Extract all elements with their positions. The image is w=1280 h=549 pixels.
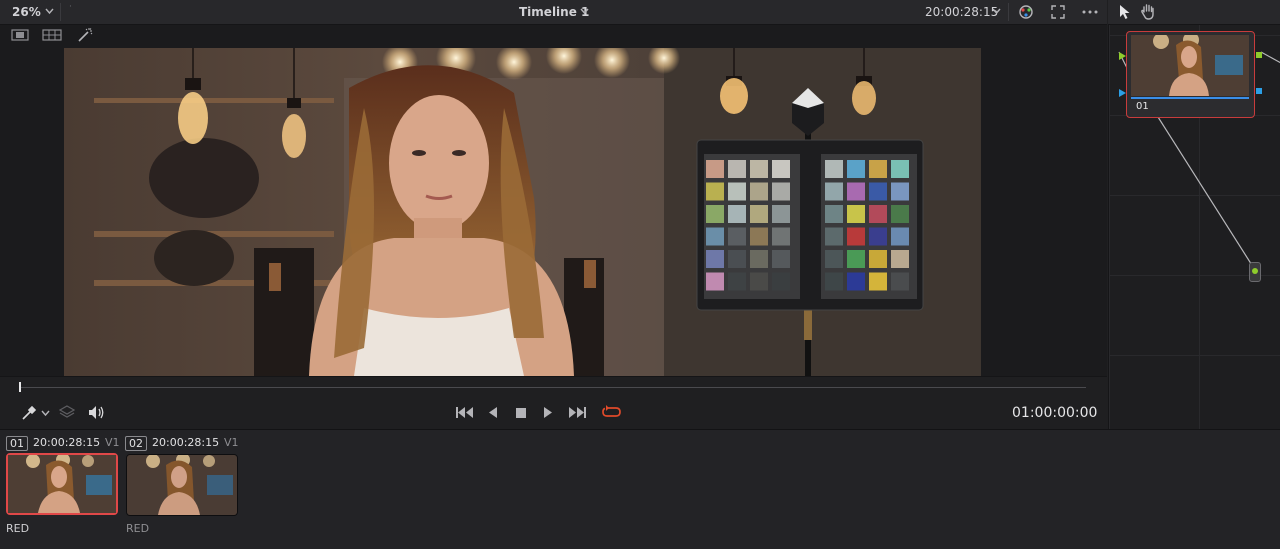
clip-track: V1 [224,436,239,449]
divider [60,3,61,21]
node-toolbar [1108,0,1280,25]
playhead[interactable] [19,382,21,392]
node-graph[interactable]: 01 [1108,25,1280,429]
magic-wand-icon[interactable] [77,27,94,43]
step-back-icon[interactable] [488,406,498,419]
node-label: 01 [1136,101,1149,112]
video-frame[interactable] [64,48,981,376]
more-icon[interactable] [1082,10,1098,14]
chevron-down-icon[interactable] [41,410,50,417]
node-status-bar [1131,97,1249,99]
clip-timecode: 20:00:28:15 [33,436,101,449]
toolbar-timecode[interactable]: 20:00:28:15 [925,5,998,19]
fullscreen-icon[interactable] [1051,5,1065,19]
node-output-square[interactable] [1256,52,1262,58]
timeline-name[interactable]: Timeline 1 [519,5,589,19]
transport-timecode[interactable]: 01:00:00:00 [1012,405,1097,421]
grid-viewer-icon[interactable] [42,29,62,41]
speaker-icon[interactable] [88,405,105,420]
clip-02-thumbnail[interactable] [126,454,238,516]
color-wheel-icon[interactable] [1018,4,1034,20]
chevron-down-icon[interactable] [992,8,1001,15]
stop-icon[interactable] [515,407,527,419]
node-input-triangle[interactable] [1119,52,1127,60]
play-icon[interactable] [543,406,553,419]
hand-icon[interactable] [1140,3,1156,20]
video-image [64,48,981,376]
chevron-down-icon[interactable] [580,8,589,15]
dot-separator: · [69,2,72,12]
node-key-output-square[interactable] [1256,88,1262,94]
clip-codec: RED [6,522,30,535]
transport-bar [0,376,1107,429]
output-dot [1252,268,1258,274]
layers-icon[interactable] [59,405,75,419]
divider [1008,3,1009,21]
node-tree-output[interactable] [1249,262,1261,282]
node-key-input-triangle[interactable] [1119,89,1127,97]
node-01[interactable]: 01 [1126,31,1255,118]
scrubber-track[interactable] [20,387,1086,388]
skip-end-icon[interactable] [568,406,587,419]
clip-thumbnail-image [127,455,237,515]
pointer-icon[interactable] [1119,4,1131,20]
clip-01-thumbnail[interactable] [6,453,118,515]
clip-number: 02 [125,436,147,451]
loop-icon[interactable] [601,404,622,420]
single-viewer-icon[interactable] [11,29,29,41]
eyedropper-icon[interactable] [21,405,37,421]
viewer-subtoolbar [0,25,1107,47]
clip-track: V1 [105,436,120,449]
skip-start-icon[interactable] [455,406,474,419]
node-thumbnail [1131,35,1249,96]
clip-thumbnail-image [8,455,116,513]
zoom-level[interactable]: 26% [12,5,41,19]
clip-number: 01 [6,436,28,451]
viewer-toolbar: 26% · Timeline 1 20:00:28:15 [0,0,1107,25]
clip-codec: RED [126,522,150,535]
clip-timecode: 20:00:28:15 [152,436,220,449]
chevron-down-icon[interactable] [45,8,54,15]
